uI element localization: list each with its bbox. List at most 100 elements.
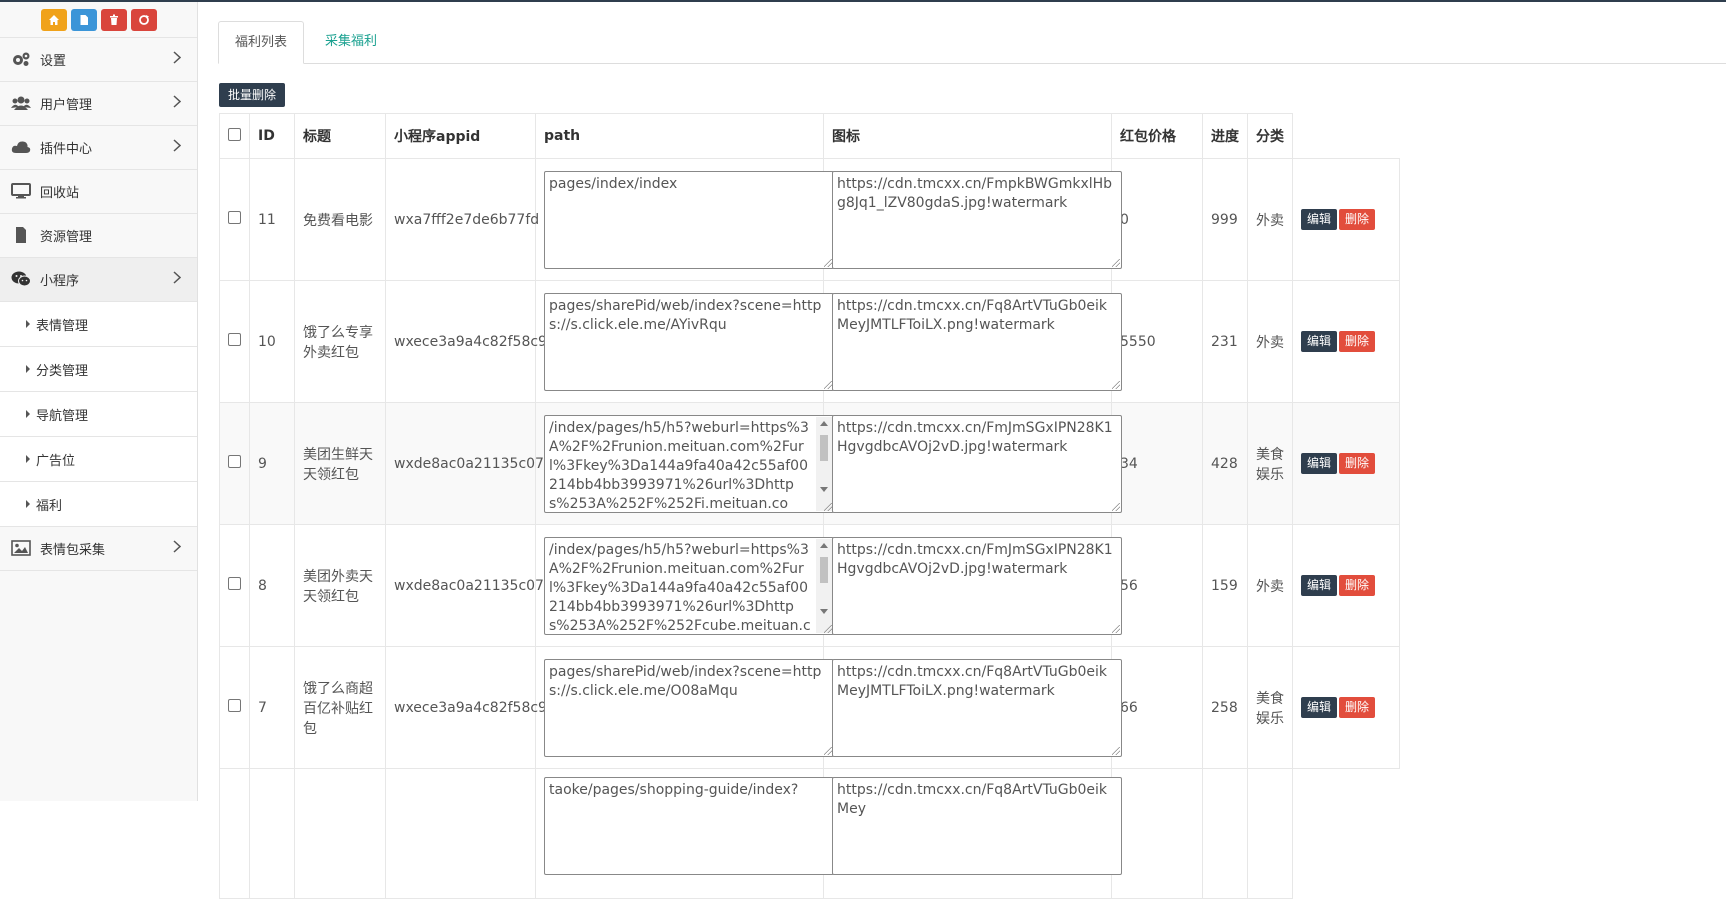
scroll-down-icon[interactable] (820, 486, 828, 492)
cell-id (249, 768, 295, 899)
sidebar-subitem-welfare[interactable]: 福利 (0, 482, 197, 527)
sidebar-item-miniprogram[interactable]: 小程序 (0, 258, 197, 302)
gears-icon (13, 52, 30, 66)
sidebar-item-label: 小程序 (40, 274, 80, 289)
cell-category (1247, 768, 1293, 899)
icon-url-textarea[interactable]: https://cdn.tmcxx.cn/Fq8ArtVTuGb0eikMeyJ… (832, 658, 1122, 757)
select-all-checkbox[interactable] (228, 127, 241, 141)
sidebar-item-users[interactable]: 用户管理 (0, 82, 197, 126)
path-textarea[interactable]: pages/sharePid/web/index?scene=https://s… (544, 292, 834, 391)
sidebar-subitem-label: 表情管理 (36, 319, 89, 334)
resize-grip-icon[interactable] (824, 746, 832, 755)
cell-title: 饿了么商超百亿补贴红包 (294, 646, 386, 769)
resize-grip-icon[interactable] (824, 258, 832, 267)
scroll-up-icon[interactable] (820, 542, 828, 548)
sidebar-item-label: 用户管理 (40, 98, 93, 113)
row-checkbox[interactable] (228, 455, 241, 468)
sidebar-item-emoji-collect[interactable]: 表情包采集 (0, 527, 197, 571)
scroll-down-icon[interactable] (820, 608, 828, 614)
path-textarea[interactable]: taoke/pages/shopping-guide/index? (544, 777, 834, 875)
sidebar-item-settings[interactable]: 设置 (0, 38, 197, 82)
tab-collect-welfare[interactable]: 采集福利 (309, 21, 393, 63)
textarea-scrollbar[interactable] (816, 416, 832, 511)
home-icon[interactable] (40, 9, 67, 31)
row-checkbox[interactable] (228, 699, 241, 712)
delete-button[interactable]: 删除 (1339, 209, 1376, 230)
row-checkbox[interactable] (228, 577, 241, 590)
icon-url-textarea[interactable]: https://cdn.tmcxx.cn/Fq8ArtVTuGb0eikMey (832, 777, 1122, 875)
resize-grip-icon[interactable] (1112, 258, 1120, 267)
cell-id: 9 (249, 402, 295, 525)
sidebar-subitem-label: 广告位 (36, 454, 76, 469)
tab-welfare-list[interactable]: 福利列表 (218, 21, 305, 64)
edit-button[interactable]: 编辑 (1301, 575, 1338, 596)
cell-icon-url: https://cdn.tmcxx.cn/Fq8ArtVTuGb0eikMeyJ… (823, 646, 1122, 769)
icon-url-textarea[interactable]: https://cdn.tmcxx.cn/FmJmSGxIPN28K1Hgvgd… (832, 536, 1122, 635)
edit-button[interactable]: 编辑 (1301, 453, 1338, 474)
sidebar: 设置 用户管理 插件中心 回收站 资源管理 小程序 表情管理 分类管理 导航管理… (0, 2, 198, 801)
resize-grip-icon[interactable] (824, 502, 832, 511)
cell-id: 10 (249, 280, 295, 403)
trash-icon[interactable] (100, 9, 127, 31)
column-header: 标题 (294, 113, 386, 159)
delete-button[interactable]: 删除 (1339, 575, 1376, 596)
sidebar-subitem-navigation[interactable]: 导航管理 (0, 392, 197, 437)
resize-grip-icon[interactable] (1112, 380, 1120, 389)
icon-url-textarea[interactable]: https://cdn.tmcxx.cn/FmJmSGxIPN28K1Hgvgd… (832, 414, 1122, 513)
sidebar-subitem-emoji[interactable]: 表情管理 (0, 302, 197, 347)
sidebar-item-recycle[interactable]: 回收站 (0, 170, 197, 214)
row-checkbox[interactable] (228, 211, 241, 224)
users-icon (11, 96, 31, 110)
resize-grip-icon[interactable] (1112, 746, 1120, 755)
delete-button[interactable]: 删除 (1339, 697, 1376, 718)
sidebar-item-plugins[interactable]: 插件中心 (0, 126, 197, 170)
cell-icon-url: https://cdn.tmcxx.cn/Fq8ArtVTuGb0eikMeyJ… (823, 280, 1122, 403)
scrollbar-thumb[interactable] (820, 434, 828, 461)
delete-button[interactable]: 删除 (1339, 453, 1376, 474)
scrollbar-thumb[interactable] (820, 556, 828, 583)
resize-grip-icon[interactable] (824, 624, 832, 633)
path-textarea[interactable]: pages/sharePid/web/index?scene=https://s… (544, 658, 834, 757)
delete-button[interactable]: 删除 (1339, 331, 1376, 352)
sidebar-subitem-ads[interactable]: 广告位 (0, 437, 197, 482)
caret-right-icon (26, 320, 30, 328)
sidebar-item-resources[interactable]: 资源管理 (0, 214, 197, 258)
icon-url-text: https://cdn.tmcxx.cn/FmJmSGxIPN28K1Hgvgd… (837, 419, 1113, 455)
cell-path: pages/sharePid/web/index?scene=https://s… (535, 646, 834, 769)
textarea-scrollbar[interactable] (816, 538, 832, 633)
scroll-up-icon[interactable] (820, 420, 828, 426)
row-select-cell (219, 646, 250, 769)
cell-appid: wxa7fff2e7de6b77fd (385, 158, 539, 281)
column-header: 进度 (1202, 113, 1248, 159)
edit-button[interactable]: 编辑 (1301, 209, 1338, 230)
column-header: ID (249, 113, 295, 159)
caret-right-icon (26, 410, 30, 418)
resize-grip-icon[interactable] (1112, 624, 1120, 633)
actions-header (1293, 114, 1400, 159)
row-checkbox[interactable] (228, 333, 241, 346)
cell-path: pages/index/index (535, 158, 834, 281)
resize-grip-icon[interactable] (1112, 502, 1120, 511)
file-icon (16, 227, 26, 243)
path-text: /index/pages/h5/h5?weburl=https%3A%2F%2F… (549, 419, 809, 512)
sidebar-subitem-category[interactable]: 分类管理 (0, 347, 197, 392)
table-row: taoke/pages/shopping-guide/index? https:… (219, 768, 1400, 899)
resize-grip-icon[interactable] (824, 380, 832, 389)
file-icon[interactable] (70, 9, 97, 31)
icon-url-textarea[interactable]: https://cdn.tmcxx.cn/Fq8ArtVTuGb0eikMeyJ… (832, 292, 1122, 391)
cell-progress: 428 (1202, 402, 1248, 525)
edit-button[interactable]: 编辑 (1301, 697, 1338, 718)
cell-appid: wxece3a9a4c82f58c9 (385, 646, 547, 769)
path-textarea[interactable]: pages/index/index (544, 170, 834, 269)
monitor-icon (11, 183, 31, 199)
recycle-icon[interactable] (130, 9, 157, 31)
path-textarea[interactable]: /index/pages/h5/h5?weburl=https%3A%2F%2F… (544, 536, 834, 635)
table-header-row: ID 标题 小程序appid path 图标 红包价格 进度 分类 (219, 113, 1400, 159)
cell-actions: 编辑 删除 (1292, 646, 1400, 769)
icon-url-textarea[interactable]: https://cdn.tmcxx.cn/FmpkBWGmkxlHbg8Jq1_… (832, 170, 1122, 269)
cell-icon-url: https://cdn.tmcxx.cn/FmpkBWGmkxlHbg8Jq1_… (823, 158, 1122, 281)
cloud-icon (11, 141, 31, 153)
path-textarea[interactable]: /index/pages/h5/h5?weburl=https%3A%2F%2F… (544, 414, 834, 513)
edit-button[interactable]: 编辑 (1301, 331, 1338, 352)
batch-delete-button[interactable]: 批量删除 (219, 83, 286, 107)
